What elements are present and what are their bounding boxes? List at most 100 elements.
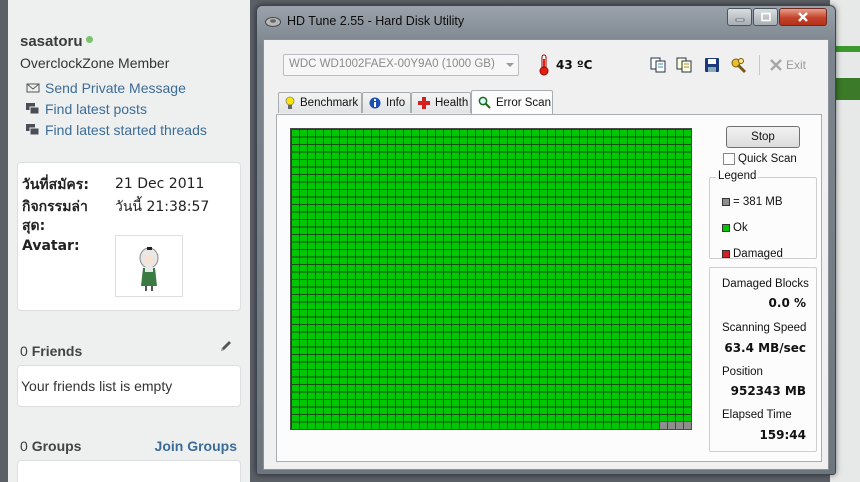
damaged-blocks-label: Damaged Blocks: [722, 278, 809, 290]
online-status-icon: [85, 36, 93, 43]
groups-label: Groups: [31, 438, 82, 454]
elapsed-time-label: Elapsed Time: [722, 409, 792, 421]
toolbar-separator: [759, 55, 760, 75]
exit-label: Exit: [786, 58, 807, 72]
avatar-image: [139, 247, 159, 291]
save-button[interactable]: [702, 55, 722, 75]
tab-benchmark[interactable]: Benchmark: [278, 92, 362, 113]
bulb-icon: [285, 96, 295, 109]
quick-scan-label: Quick Scan: [738, 153, 797, 165]
close-button[interactable]: [779, 8, 827, 26]
damaged-swatch: [722, 250, 730, 258]
position-value: 952343 MB: [730, 384, 806, 398]
exit-x-icon: [770, 59, 782, 71]
last-activity-label: กิจกรรมล่า: [22, 199, 88, 215]
scanning-speed-label: Scanning Speed: [722, 322, 807, 334]
send-private-message-label: Send Private Message: [45, 80, 186, 96]
legend-item-ok: Ok: [722, 222, 748, 234]
legend-item-block-size: = 381 MB: [722, 196, 783, 208]
avatar-label: Avatar:: [22, 238, 80, 254]
copy-icon: [650, 57, 666, 73]
last-activity-value: วันนี้ 21:38:57: [115, 199, 210, 215]
damaged-blocks-value: 0.0 %: [768, 296, 806, 310]
maximize-icon: [760, 12, 771, 22]
exit-button[interactable]: Exit: [769, 58, 806, 72]
find-latest-threads-link[interactable]: Find latest started threads: [26, 122, 207, 138]
scanning-speed-value: 63.4 MB/sec: [724, 341, 806, 355]
error-scan-panel: Stop Quick Scan Legend = 381 MB Ok Damag…: [276, 114, 822, 462]
join-date-label: วันที่สมัคร:: [22, 177, 89, 193]
legend-item-damaged: Damaged: [722, 248, 783, 260]
username[interactable]: sasatoru: [20, 33, 93, 50]
toolbar: WDC WD1002FAEX-00Y9A0 (1000 GB) 43 ºC Ex…: [264, 40, 828, 90]
join-groups-link[interactable]: Join Groups: [155, 438, 237, 454]
window-title-bar[interactable]: HD Tune 2.55 - Hard Disk Utility: [257, 6, 835, 36]
username-text: sasatoru: [20, 33, 83, 50]
minimize-icon: [735, 18, 744, 22]
tab-benchmark-label: Benchmark: [300, 97, 359, 109]
groups-count: 0: [20, 438, 28, 454]
tab-error-scan-label: Error Scan: [496, 96, 551, 109]
health-cross-icon: [418, 97, 430, 109]
send-private-message-link[interactable]: Send Private Message: [26, 80, 186, 96]
position-label: Position: [722, 366, 763, 378]
profile-sidebar: sasatoru OverclockZone Member Send Priva…: [8, 0, 250, 482]
posts-icon: [26, 103, 40, 115]
thermometer-icon: [539, 54, 549, 76]
quick-scan-box[interactable]: [723, 153, 735, 165]
stop-button[interactable]: Stop: [726, 126, 800, 148]
friends-count: 0: [20, 343, 28, 359]
envelope-icon: [26, 83, 40, 93]
friends-heading: 0 Friends: [20, 343, 82, 359]
copy-all-icon: [676, 57, 692, 73]
user-title: OverclockZone Member: [20, 55, 170, 71]
block-size-swatch: [722, 198, 730, 206]
drive-select-value: WDC WD1002FAEX-00Y9A0 (1000 GB): [289, 58, 495, 70]
friends-label: Friends: [31, 343, 83, 359]
error-scan-block-map: [290, 128, 692, 430]
copy-all-button[interactable]: [674, 55, 694, 75]
groups-panel: [17, 460, 241, 482]
find-latest-posts-label: Find latest posts: [45, 101, 147, 117]
find-latest-posts-link[interactable]: Find latest posts: [26, 101, 147, 117]
drive-select[interactable]: WDC WD1002FAEX-00Y9A0 (1000 GB): [283, 54, 519, 76]
tab-info-label: Info: [386, 97, 406, 109]
maximize-button[interactable]: [753, 8, 778, 26]
edit-pencil-icon[interactable]: [218, 338, 234, 354]
last-activity-label-cont: สุด:: [22, 218, 46, 234]
magnifier-icon: [478, 96, 491, 109]
temperature-value: 43 ºC: [556, 58, 593, 72]
hdtune-window: HD Tune 2.55 - Hard Disk Utility WDC WD1…: [256, 5, 836, 475]
legend-damaged-label: Damaged: [733, 248, 783, 260]
legend-ok-label: Ok: [733, 222, 748, 234]
profile-info-panel: วันที่สมัคร: 21 Dec 2011 กิจกรรมล่า สุด:…: [17, 162, 241, 311]
options-button[interactable]: [728, 55, 748, 75]
quick-scan-checkbox[interactable]: Quick Scan: [723, 153, 797, 165]
tab-error-scan[interactable]: Error Scan: [471, 90, 553, 114]
tab-health-label: Health: [435, 97, 469, 109]
unscanned-blocks: [659, 422, 691, 429]
groups-heading: 0 Groups: [20, 438, 81, 454]
window-title: HD Tune 2.55 - Hard Disk Utility: [287, 14, 465, 28]
legend-group: Legend = 381 MB Ok Damaged: [709, 170, 817, 260]
close-icon: [798, 12, 808, 22]
friends-panel: Your friends list is empty: [17, 365, 241, 407]
minimize-button[interactable]: [727, 8, 752, 26]
options-tools-icon: [731, 58, 747, 74]
tab-info[interactable]: Info: [362, 92, 411, 113]
hdtune-app-icon: [265, 17, 281, 27]
legend-title: Legend: [716, 170, 759, 182]
join-date-value: 21 Dec 2011: [115, 176, 205, 192]
find-latest-threads-label: Find latest started threads: [45, 122, 207, 138]
floppy-save-icon: [705, 58, 719, 72]
elapsed-time-value: 159:44: [759, 428, 806, 442]
copy-info-button[interactable]: [648, 55, 668, 75]
tab-health[interactable]: Health: [411, 92, 471, 113]
threads-icon: [26, 124, 40, 136]
info-icon: [369, 97, 381, 109]
ok-swatch: [722, 224, 730, 232]
legend-block-size-label: = 381 MB: [733, 196, 783, 208]
avatar[interactable]: [115, 235, 183, 297]
scan-stats-group: Damaged Blocks 0.0 % Scanning Speed 63.4…: [709, 267, 817, 452]
friends-empty-text: Your friends list is empty: [21, 378, 173, 394]
